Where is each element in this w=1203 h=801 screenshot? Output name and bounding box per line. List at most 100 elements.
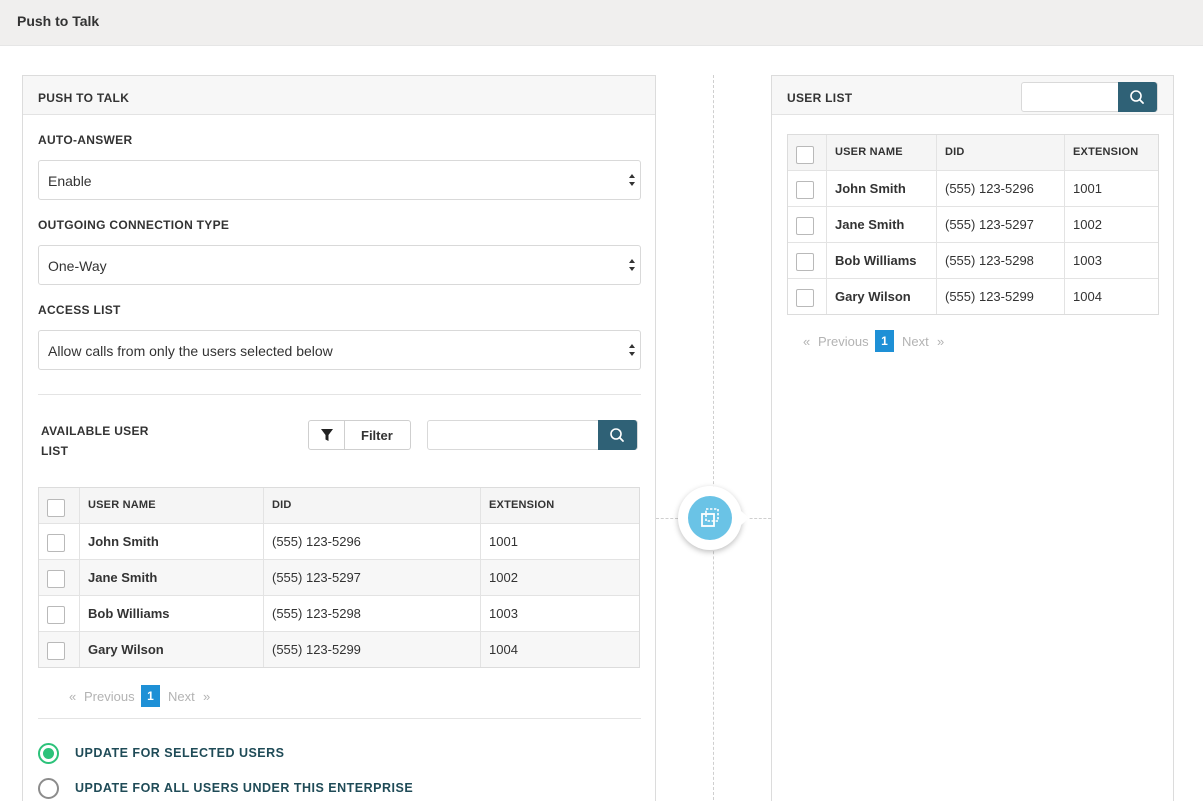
table-row[interactable]: Bob Williams (555) 123-5298 1003 [788, 242, 1158, 278]
row-checkbox-cell [39, 524, 79, 559]
pager-page-1[interactable]: 1 [141, 685, 160, 707]
available-user-search [427, 420, 638, 450]
user-list-search-button[interactable] [1118, 82, 1157, 112]
pager-previous[interactable]: Previous [818, 334, 869, 349]
connector-line [713, 75, 714, 801]
header-did[interactable]: DID [263, 488, 480, 523]
access-list-label: ACCESS LIST [38, 303, 121, 317]
select-all-checkbox[interactable] [47, 499, 65, 517]
access-list-select[interactable]: Allow calls from only the users selected… [38, 330, 641, 370]
did-cell: (555) 123-5297 [263, 560, 480, 595]
header-extension[interactable]: EXTENSION [480, 488, 641, 523]
section-divider [38, 718, 641, 719]
row-checkbox[interactable] [47, 534, 65, 552]
header-checkbox-cell [39, 488, 79, 523]
pager-next-arrow[interactable]: » [203, 689, 210, 704]
user-name-cell: Jane Smith [826, 207, 936, 242]
user-name-cell: John Smith [79, 524, 263, 559]
extension-cell: 1003 [480, 596, 641, 631]
available-user-list-label: AVAILABLE USER LIST [41, 424, 149, 458]
header-checkbox-cell [788, 135, 826, 170]
pager-next[interactable]: Next [168, 689, 195, 704]
table-row[interactable]: John Smith (555) 123-5296 1001 [39, 523, 639, 559]
pager-prev-arrow[interactable]: « [803, 334, 810, 349]
pager-next[interactable]: Next [902, 334, 929, 349]
user-list-search [1021, 82, 1158, 112]
row-checkbox[interactable] [796, 253, 814, 271]
table-row[interactable]: John Smith (555) 123-5296 1001 [788, 170, 1158, 206]
panel-header: USER LIST [772, 76, 1173, 115]
select-arrows-icon [629, 259, 635, 271]
available-user-search-input[interactable] [428, 421, 598, 449]
update-selected-label: UPDATE FOR SELECTED USERS [75, 746, 285, 760]
pager-previous[interactable]: Previous [84, 689, 135, 704]
pager-prev-arrow[interactable]: « [69, 689, 76, 704]
header-did[interactable]: DID [936, 135, 1064, 170]
row-checkbox[interactable] [47, 642, 65, 660]
transfer-icon [688, 496, 732, 540]
available-user-search-button[interactable] [598, 420, 637, 450]
user-list-table: USER NAME DID EXTENSION John Smith (555)… [787, 134, 1159, 315]
panel-title: USER LIST [787, 91, 853, 105]
outgoing-connection-label: OUTGOING CONNECTION TYPE [38, 218, 230, 232]
table-header-row: USER NAME DID EXTENSION [788, 135, 1158, 170]
row-checkbox[interactable] [47, 570, 65, 588]
did-cell: (555) 123-5297 [936, 207, 1064, 242]
connector-line [656, 518, 678, 519]
update-all-radio[interactable] [38, 778, 59, 799]
section-divider [38, 394, 641, 395]
header-extension[interactable]: EXTENSION [1064, 135, 1160, 170]
table-row[interactable]: Jane Smith (555) 123-5297 1002 [788, 206, 1158, 242]
pager-page-1[interactable]: 1 [875, 330, 894, 352]
row-checkbox[interactable] [796, 181, 814, 199]
search-icon [1130, 90, 1144, 104]
row-checkbox[interactable] [47, 606, 65, 624]
header-username[interactable]: USER NAME [79, 488, 263, 523]
filter-button[interactable]: Filter [308, 420, 411, 450]
extension-cell: 1001 [480, 524, 641, 559]
row-checkbox-cell [788, 279, 826, 314]
user-name-cell: Bob Williams [79, 596, 263, 631]
user-name-cell: John Smith [826, 171, 936, 206]
user-name-cell: Jane Smith [79, 560, 263, 595]
did-cell: (555) 123-5298 [263, 596, 480, 631]
outgoing-connection-select[interactable]: One-Way [38, 245, 641, 285]
access-list-value: Allow calls from only the users selected… [48, 343, 333, 359]
table-row[interactable]: Gary Wilson (555) 123-5299 1004 [788, 278, 1158, 314]
push-to-talk-panel: PUSH TO TALK AUTO-ANSWER Enable OUTGOING… [22, 75, 656, 801]
table-row[interactable]: Jane Smith (555) 123-5297 1002 [39, 559, 639, 595]
auto-answer-select[interactable]: Enable [38, 160, 641, 200]
extension-cell: 1004 [480, 632, 641, 667]
header-username[interactable]: USER NAME [826, 135, 936, 170]
user-list-search-input[interactable] [1022, 83, 1118, 111]
user-list-panel: USER LIST USER NAME DID EXTENSION John S… [771, 75, 1174, 801]
row-checkbox-cell [788, 207, 826, 242]
auto-answer-value: Enable [48, 173, 92, 189]
did-cell: (555) 123-5298 [936, 243, 1064, 278]
panel-header: PUSH TO TALK [23, 76, 655, 115]
table-row[interactable]: Bob Williams (555) 123-5298 1003 [39, 595, 639, 631]
user-name-cell: Bob Williams [826, 243, 936, 278]
top-bar: Push to Talk [0, 0, 1203, 46]
user-name-cell: Gary Wilson [826, 279, 936, 314]
did-cell: (555) 123-5296 [263, 524, 480, 559]
table-header-row: USER NAME DID EXTENSION [39, 488, 639, 523]
transfer-button[interactable] [678, 486, 749, 550]
row-checkbox-cell [39, 632, 79, 667]
pager-next-arrow[interactable]: » [937, 334, 944, 349]
available-user-table: USER NAME DID EXTENSION John Smith (555)… [38, 487, 640, 668]
row-checkbox-cell [788, 171, 826, 206]
table-row[interactable]: Gary Wilson (555) 123-5299 1004 [39, 631, 639, 667]
did-cell: (555) 123-5299 [263, 632, 480, 667]
row-checkbox[interactable] [796, 217, 814, 235]
extension-cell: 1003 [1064, 243, 1160, 278]
select-all-checkbox[interactable] [796, 146, 814, 164]
update-all-label: UPDATE FOR ALL USERS UNDER THIS ENTERPRI… [75, 781, 414, 795]
search-icon [610, 428, 624, 442]
extension-cell: 1004 [1064, 279, 1160, 314]
update-selected-radio[interactable] [38, 743, 59, 764]
did-cell: (555) 123-5299 [936, 279, 1064, 314]
did-cell: (555) 123-5296 [936, 171, 1064, 206]
row-checkbox[interactable] [796, 289, 814, 307]
extension-cell: 1002 [480, 560, 641, 595]
